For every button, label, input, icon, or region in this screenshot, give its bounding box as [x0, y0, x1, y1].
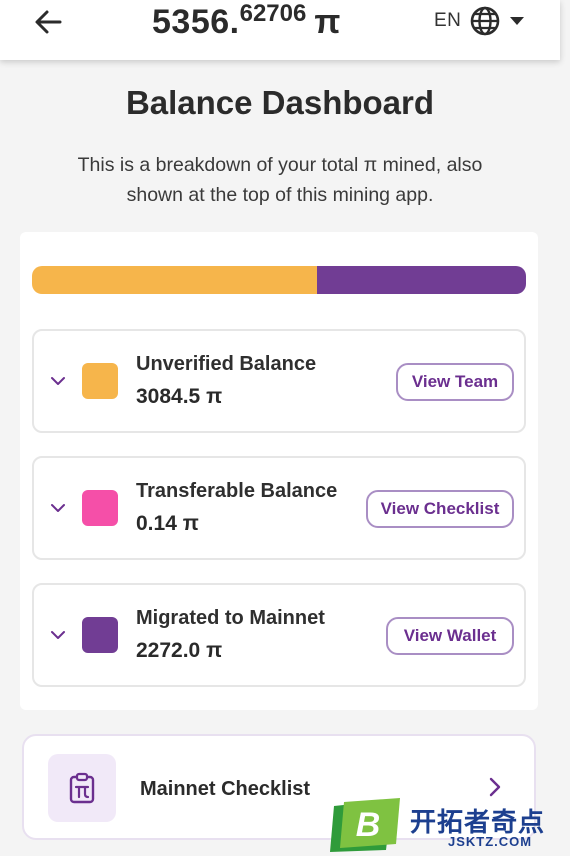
page-subtitle: This is a breakdown of your total π mine… [77, 154, 483, 206]
page-title: Balance Dashboard [125, 84, 435, 121]
clipboard-pi-icon [48, 754, 116, 822]
chevron-down-icon[interactable] [48, 498, 68, 518]
unverified-color-swatch [82, 363, 118, 399]
pi-symbol: π [314, 3, 341, 41]
watermark-logo: B [330, 798, 400, 852]
balance-value: 2272.0 π [136, 639, 223, 662]
view-team-button[interactable]: View Team [396, 363, 514, 401]
balance-label: Transferable Balance [136, 480, 338, 502]
migrated-color-swatch [82, 617, 118, 653]
arrow-left-icon [35, 10, 62, 34]
view-wallet-button[interactable]: View Wallet [386, 617, 514, 655]
watermark: B 开拓者奇点 JSKTZ.COM [330, 798, 570, 856]
total-balance-integer: 5356. [152, 3, 240, 41]
balance-value: 0.14 π [136, 512, 199, 535]
top-app-bar: 5356. 62706 π EN [0, 0, 560, 60]
chevron-down-icon[interactable] [48, 371, 68, 391]
transferable-color-swatch [82, 490, 118, 526]
balance-row-transferable: Transferable Balance 0.14 π View Checkli… [32, 456, 526, 560]
mainnet-checklist-label: Mainnet Checklist [140, 778, 311, 800]
balance-breakdown-bar [32, 266, 526, 294]
view-checklist-button[interactable]: View Checklist [366, 490, 514, 528]
language-code: EN [434, 10, 462, 31]
balance-row-migrated: Migrated to Mainnet 2272.0 π View Wallet [32, 583, 526, 687]
watermark-subtext: JSKTZ.COM [448, 834, 533, 849]
chevron-down-icon[interactable] [48, 625, 68, 645]
balance-value: 3084.5 π [136, 385, 223, 408]
balance-row-unverified: Unverified Balance 3084.5 π View Team [32, 329, 526, 433]
total-balance: 5356. 62706 π [152, 0, 340, 44]
globe-icon [471, 6, 500, 36]
balance-label: Migrated to Mainnet [136, 607, 325, 629]
back-button[interactable] [30, 4, 66, 40]
caret-down-icon [510, 17, 525, 25]
svg-text:B: B [356, 806, 381, 844]
balance-label: Unverified Balance [136, 353, 317, 375]
balance-bar-segment-migrated [316, 266, 526, 294]
language-selector[interactable]: EN [434, 4, 525, 38]
total-balance-decimal: 62706 [239, 0, 307, 27]
balance-card: Unverified Balance 3084.5 π View Team Tr… [20, 232, 538, 710]
balance-bar-segment-unverified [32, 266, 317, 294]
chevron-right-icon [489, 777, 501, 797]
